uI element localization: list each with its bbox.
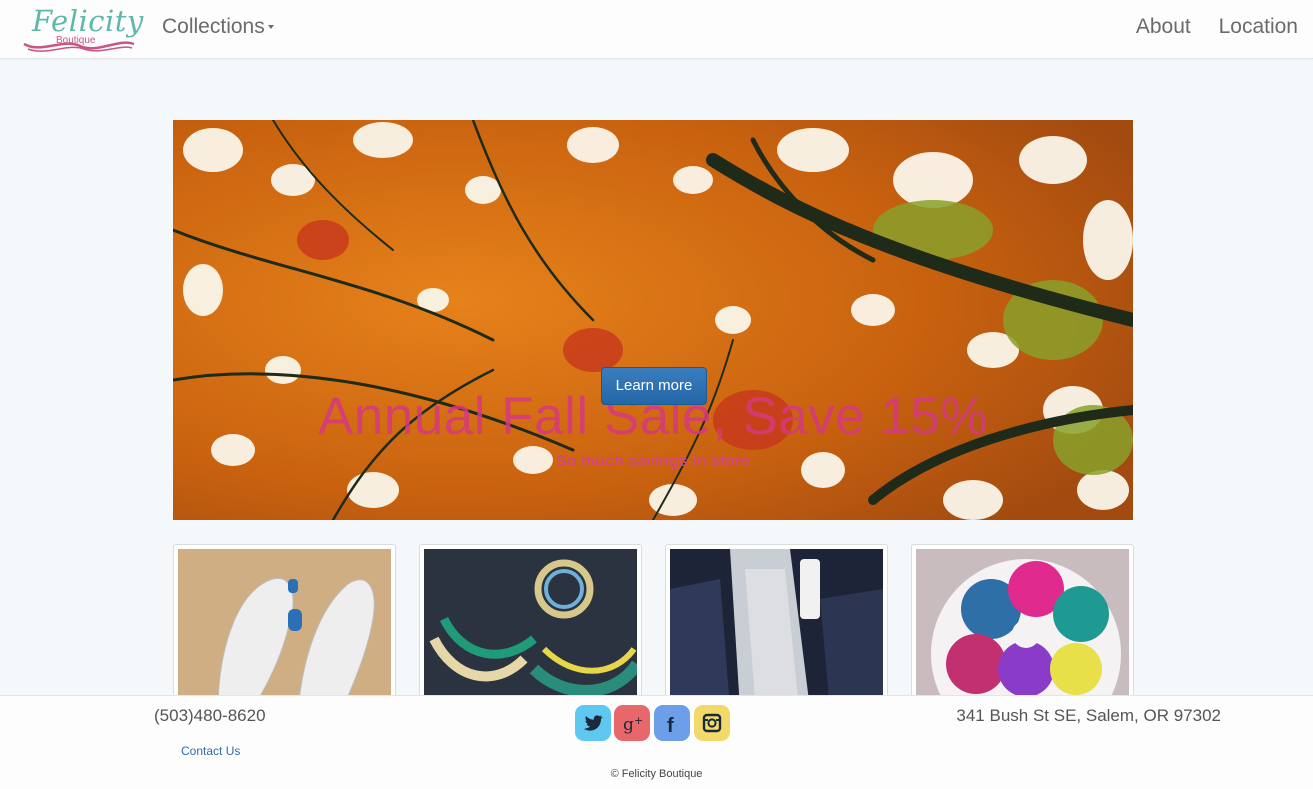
store-address: 341 Bush St SE, Salem, OR 97302 — [956, 706, 1221, 725]
learn-more-button[interactable]: Learn more — [601, 367, 707, 405]
nav-right-links: About Location — [1114, 15, 1298, 39]
google-plus-button[interactable]: g + — [614, 705, 650, 741]
facebook-button[interactable]: f — [654, 705, 690, 741]
collections-label: Collections — [162, 15, 265, 38]
nav-about-link[interactable]: About — [1136, 15, 1191, 38]
top-navbar: Felicity Boutique Collections About Loca… — [0, 0, 1313, 59]
svg-text:g: g — [623, 715, 634, 735]
logo-subtitle: Boutique — [56, 35, 96, 46]
instagram-icon — [702, 713, 722, 733]
hero-banner: Annual Fall Sale, Save 15% So much savin… — [173, 120, 1133, 520]
product-thumbnail-clothing[interactable] — [665, 544, 888, 706]
sandals-image — [178, 549, 391, 705]
google-plus-icon: g + — [623, 714, 643, 735]
product-thumbnail-bibs[interactable] — [911, 544, 1134, 706]
necklaces-image — [424, 549, 637, 705]
nav-location-link[interactable]: Location — [1219, 15, 1298, 38]
twitter-icon — [584, 715, 603, 731]
clothing-image — [670, 549, 883, 705]
svg-text:f: f — [667, 715, 674, 737]
phone-number: (503)480-8620 — [154, 706, 266, 725]
bibs-image — [916, 549, 1129, 705]
contact-us-link[interactable]: Contact Us — [181, 744, 240, 758]
chevron-down-icon — [267, 25, 274, 30]
twitter-button[interactable] — [575, 705, 611, 741]
hero-subtitle: So much savings in store — [556, 453, 750, 470]
product-thumbnail-necklaces[interactable] — [419, 544, 642, 706]
felicity-logo[interactable]: Felicity Boutique — [22, 4, 143, 54]
product-thumbnail-sandals[interactable] — [173, 544, 396, 706]
collections-dropdown[interactable]: Collections — [162, 15, 274, 39]
copyright-text: © Felicity Boutique — [610, 768, 703, 780]
instagram-button[interactable] — [694, 705, 730, 741]
page-footer: (503)480-8620 Contact Us g + f 341 Bush … — [0, 695, 1313, 789]
svg-text:+: + — [634, 714, 643, 727]
facebook-icon: f — [667, 715, 674, 737]
